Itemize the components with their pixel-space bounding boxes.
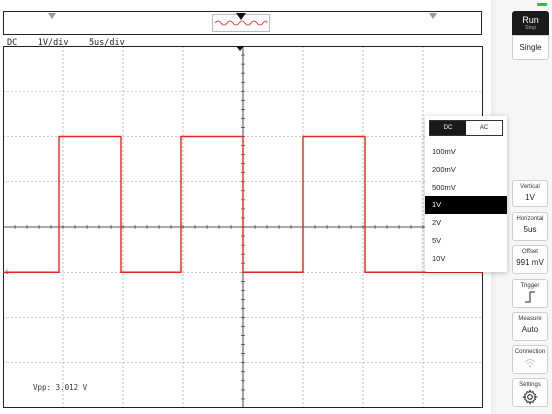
- settings-button[interactable]: Settings: [512, 378, 548, 407]
- vertical-caption: Vertical: [520, 184, 540, 190]
- horizontal-button[interactable]: Horizontal 5us: [512, 212, 548, 241]
- run-label: Run: [522, 15, 539, 25]
- trigger-caption: Trigger: [520, 283, 540, 289]
- volts-div-dropdown: DC AC 100mV 200mV 500mV 1V 2V 5V 10V: [425, 116, 507, 272]
- measure-value: Auto: [521, 325, 539, 334]
- run-stop-button[interactable]: Run Stop: [512, 11, 549, 35]
- right-bound-marker-icon[interactable]: [429, 13, 437, 19]
- battery-icon: [537, 3, 547, 6]
- waveform-trace: [3, 135, 483, 273]
- left-bound-marker-icon[interactable]: [48, 13, 56, 19]
- vertical-value: 1V: [525, 193, 535, 202]
- trigger-level-label: 1: [5, 269, 9, 276]
- stop-label: Stop: [524, 25, 537, 31]
- gear-icon: [522, 389, 538, 405]
- range-option-100mv[interactable]: 100mV: [425, 143, 507, 161]
- measure-caption: Measure: [518, 316, 542, 322]
- offset-caption: Offset: [522, 249, 538, 255]
- horizontal-caption: Horizontal: [516, 216, 544, 222]
- oscilloscope-plot[interactable]: 1: [3, 46, 483, 408]
- measure-button[interactable]: Measure Auto: [512, 312, 548, 341]
- coupling-option-ac[interactable]: AC: [466, 121, 502, 135]
- wifi-icon: [524, 359, 536, 368]
- range-option-1v[interactable]: 1V: [425, 196, 507, 214]
- offset-button[interactable]: Offset 991 mV: [512, 245, 548, 274]
- range-option-2v[interactable]: 2V: [425, 214, 507, 232]
- trigger-position-marker-icon[interactable]: [236, 13, 246, 20]
- horizontal-value: 5us: [523, 225, 537, 234]
- connection-caption: Connection: [514, 349, 546, 355]
- coupling-option-dc[interactable]: DC: [430, 121, 466, 135]
- connection-button[interactable]: Connection: [512, 345, 548, 374]
- trigger-button[interactable]: Trigger: [512, 279, 548, 308]
- range-option-5v[interactable]: 5V: [425, 232, 507, 250]
- single-button[interactable]: Single: [512, 35, 549, 60]
- rising-edge-icon: [525, 291, 535, 303]
- settings-caption: Settings: [519, 382, 541, 388]
- vertical-button[interactable]: Vertical 1V: [512, 180, 548, 207]
- coupling-segmented-control: DC AC: [429, 120, 503, 136]
- range-option-200mv[interactable]: 200mV: [425, 161, 507, 179]
- waveform-overview[interactable]: [3, 11, 482, 35]
- range-option-500mv[interactable]: 500mV: [425, 179, 507, 197]
- vpp-readout: Vpp: 3.012 V: [33, 383, 88, 392]
- offset-value: 991 mV: [516, 258, 544, 267]
- range-option-10v[interactable]: 10V: [425, 250, 507, 268]
